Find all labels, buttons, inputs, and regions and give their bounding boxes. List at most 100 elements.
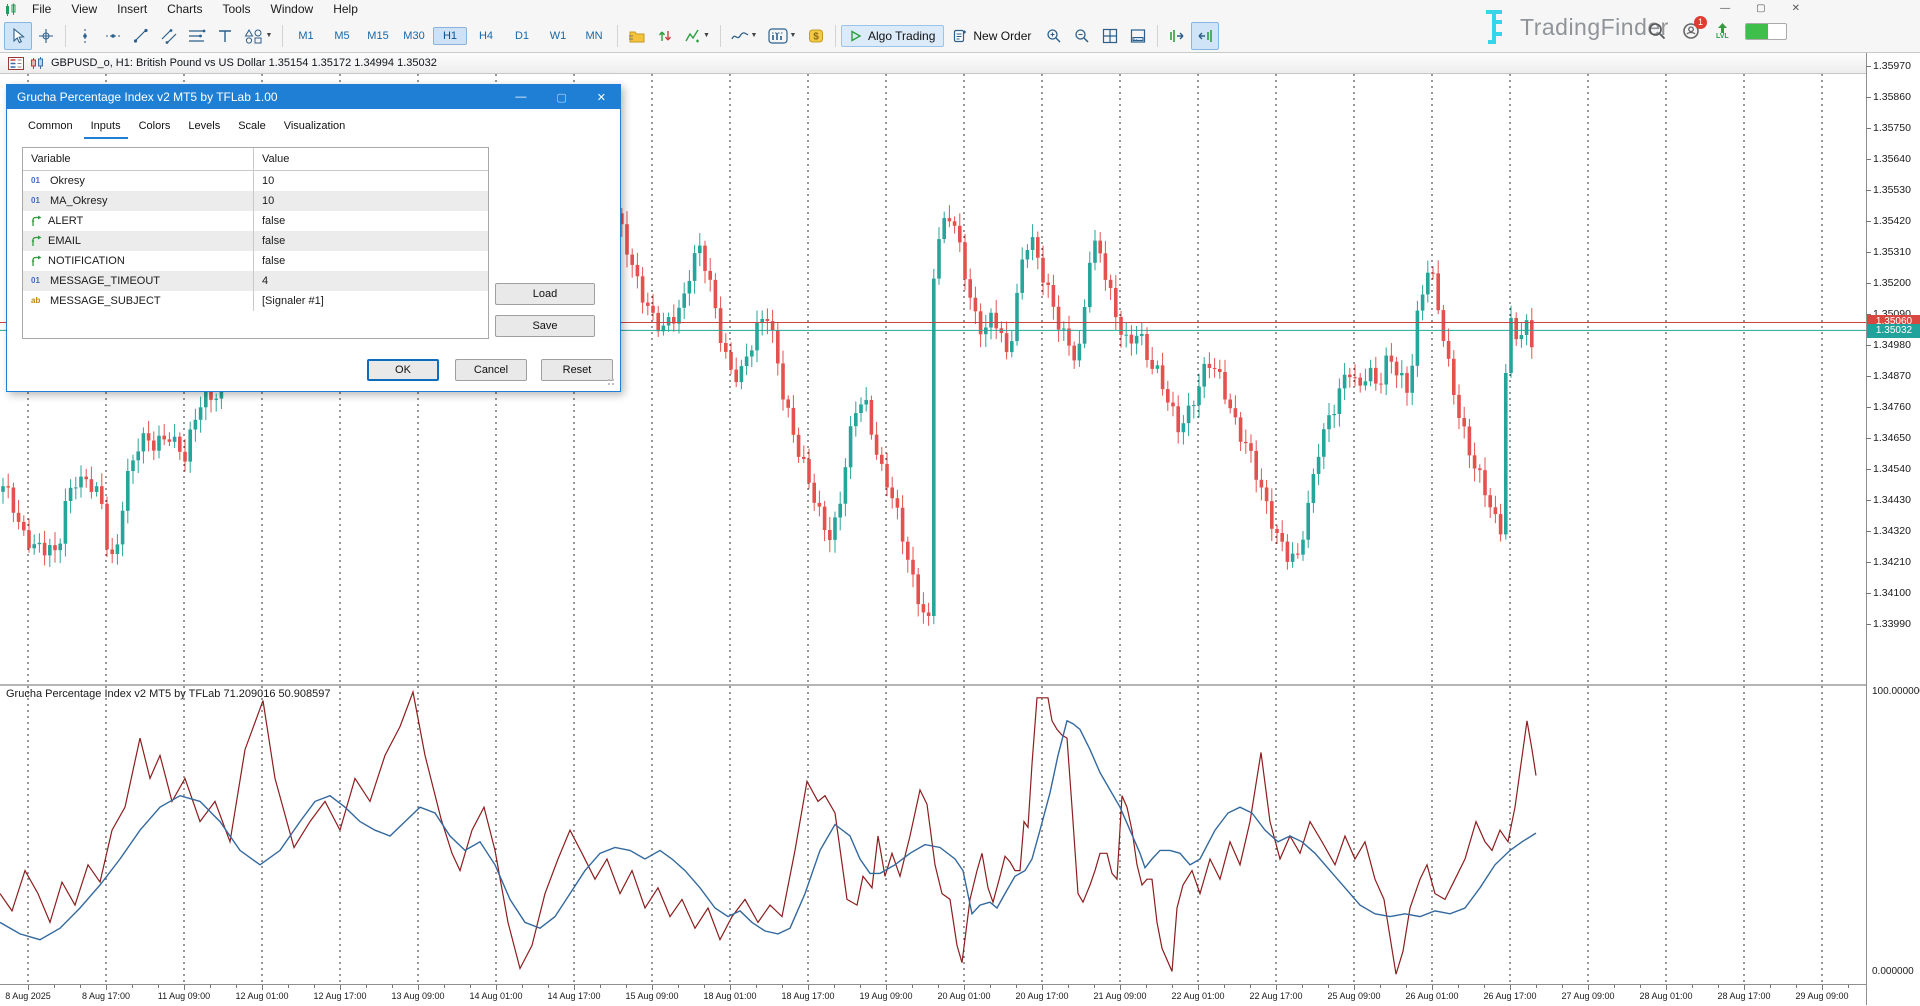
price-tick-label: 1.35970	[1873, 60, 1911, 72]
tray-icons: 1 LVL	[1648, 22, 1787, 40]
indicators-button[interactable]: ▼	[679, 22, 715, 50]
crosshair-tool-button[interactable]	[32, 22, 60, 50]
timeframe-m5[interactable]: M5	[325, 27, 359, 45]
new-order-button[interactable]: New Order	[944, 25, 1040, 47]
time-tick-mark	[1796, 985, 1797, 988]
tab-levels[interactable]: Levels	[181, 117, 227, 139]
brand-name: TradingFinder	[1520, 14, 1669, 41]
connection-toggle[interactable]	[1745, 23, 1787, 40]
parameter-name: Okresy	[50, 171, 85, 191]
cancel-button[interactable]: Cancel	[455, 359, 527, 381]
timeframe-m1[interactable]: M1	[289, 27, 323, 45]
resize-grip[interactable]	[607, 378, 617, 388]
menu-item-file[interactable]: File	[22, 0, 61, 19]
indicators-icon	[684, 28, 701, 44]
trendline-tool-button[interactable]	[127, 22, 155, 50]
parameter-value-cell[interactable]: false	[254, 211, 488, 231]
notifications-button[interactable]: 1	[1682, 22, 1700, 40]
window-minimize-button[interactable]: —	[1720, 0, 1730, 18]
parameter-value-cell[interactable]: 10	[254, 191, 488, 211]
text-tool-button[interactable]	[211, 22, 239, 50]
parameter-name-cell: EMAIL	[23, 231, 254, 251]
table-row[interactable]: ALERTfalse	[23, 211, 488, 231]
table-row[interactable]: abMESSAGE_SUBJECT[Signaler #1]	[23, 291, 488, 311]
line-chart-mode-button[interactable]: ▼	[726, 22, 762, 50]
ok-button[interactable]: OK	[367, 359, 439, 381]
dialog-close-button[interactable]: ✕	[597, 91, 606, 104]
shift-end-button[interactable]	[1163, 22, 1191, 50]
time-tick-mark	[1302, 985, 1303, 988]
search-icon[interactable]	[1648, 22, 1666, 40]
menu-item-charts[interactable]: Charts	[157, 0, 212, 19]
equidistant-lines-tool-button[interactable]	[183, 22, 211, 50]
reset-button[interactable]: Reset	[541, 359, 613, 381]
menu-item-tools[interactable]: Tools	[213, 0, 261, 19]
menu-item-view[interactable]: View	[61, 0, 107, 19]
table-row[interactable]: NOTIFICATIONfalse	[23, 251, 488, 271]
chart-symbol-icon[interactable]	[30, 57, 45, 70]
parameter-value-cell[interactable]: [Signaler #1]	[254, 291, 488, 311]
timeframe-mn[interactable]: MN	[577, 27, 611, 45]
toggle-panel-button[interactable]	[1124, 22, 1152, 50]
auto-scroll-button[interactable]	[1191, 22, 1219, 50]
deposit-withdraw-button[interactable]	[651, 22, 679, 50]
table-header-row: VariableValue	[23, 148, 488, 171]
horizontal-line-tool-button[interactable]	[99, 22, 127, 50]
candle-chart-mode-button[interactable]: ▼	[762, 22, 802, 50]
window-close-button[interactable]: ✕	[1792, 0, 1800, 18]
load-button[interactable]: Load	[495, 283, 595, 305]
timeframe-h4[interactable]: H4	[469, 27, 503, 45]
shapes-tool-button[interactable]: ▼	[239, 22, 277, 50]
price-tick-label: 1.34870	[1873, 370, 1911, 382]
zoom-in-button[interactable]	[1040, 22, 1068, 50]
menu-item-window[interactable]: Window	[261, 0, 324, 19]
window-restore-button[interactable]: ▢	[1756, 0, 1765, 18]
lvl-indicator[interactable]: LVL	[1716, 23, 1729, 40]
profiles-button[interactable]	[623, 22, 651, 50]
time-tick-mark	[522, 985, 523, 988]
parameter-value-cell[interactable]: 4	[254, 271, 488, 291]
zoom-out-button[interactable]	[1068, 22, 1096, 50]
tab-scale[interactable]: Scale	[231, 117, 273, 139]
time-tick-label: 21 Aug 09:00	[1093, 991, 1146, 1001]
time-axis[interactable]: 8 Aug 20258 Aug 17:0011 Aug 09:0012 Aug …	[0, 984, 1866, 1006]
table-row[interactable]: 01MESSAGE_TIMEOUT4	[23, 271, 488, 291]
timeframe-w1[interactable]: W1	[541, 27, 575, 45]
quotes-list-icon[interactable]	[8, 57, 24, 70]
time-tick-label: 8 Aug 17:00	[82, 991, 130, 1001]
cursor-icon	[10, 28, 26, 44]
menu-item-insert[interactable]: Insert	[107, 0, 157, 19]
dialog-minimize-button[interactable]: —	[515, 91, 526, 104]
parameter-value-cell[interactable]: false	[254, 251, 488, 271]
menu-item-help[interactable]: Help	[323, 0, 368, 19]
tab-common[interactable]: Common	[21, 117, 80, 139]
dialog-titlebar[interactable]: Grucha Percentage Index v2 MT5 by TFLab …	[7, 85, 620, 109]
parameter-value-cell[interactable]: false	[254, 231, 488, 251]
chevron-down-icon: ▼	[266, 32, 273, 39]
app-logo-icon	[0, 1, 22, 19]
tab-colors[interactable]: Colors	[132, 117, 178, 139]
dialog-maximize-button[interactable]: ▢	[556, 91, 566, 104]
tab-inputs[interactable]: Inputs	[84, 117, 128, 139]
tile-windows-button[interactable]	[1096, 22, 1124, 50]
table-row[interactable]: EMAILfalse	[23, 231, 488, 251]
cursor-tool-button[interactable]	[4, 22, 32, 50]
time-tick-label: 19 Aug 09:00	[859, 991, 912, 1001]
price-axis[interactable]: 1.359701.358601.357501.356401.355301.354…	[1866, 53, 1920, 1005]
table-row[interactable]: 01MA_Okresy10	[23, 191, 488, 211]
timeframe-m15[interactable]: M15	[361, 27, 395, 45]
parameter-value-cell[interactable]: 10	[254, 171, 488, 191]
timeframe-m30[interactable]: M30	[397, 27, 431, 45]
tab-visualization[interactable]: Visualization	[277, 117, 353, 139]
channel-tool-button[interactable]	[155, 22, 183, 50]
table-row[interactable]: 01Okresy10	[23, 171, 488, 191]
save-button[interactable]: Save	[495, 315, 595, 337]
timeframe-h1[interactable]: H1	[433, 27, 467, 45]
algo-trading-button[interactable]: Algo Trading	[841, 25, 944, 47]
vertical-line-tool-button[interactable]	[71, 22, 99, 50]
zoom-out-icon	[1074, 28, 1090, 44]
currency-button[interactable]: $	[802, 22, 830, 50]
timeframe-d1[interactable]: D1	[505, 27, 539, 45]
parameters-table[interactable]: VariableValue01Okresy1001MA_Okresy10ALER…	[22, 147, 489, 339]
indicator-chart[interactable]	[0, 686, 1866, 984]
